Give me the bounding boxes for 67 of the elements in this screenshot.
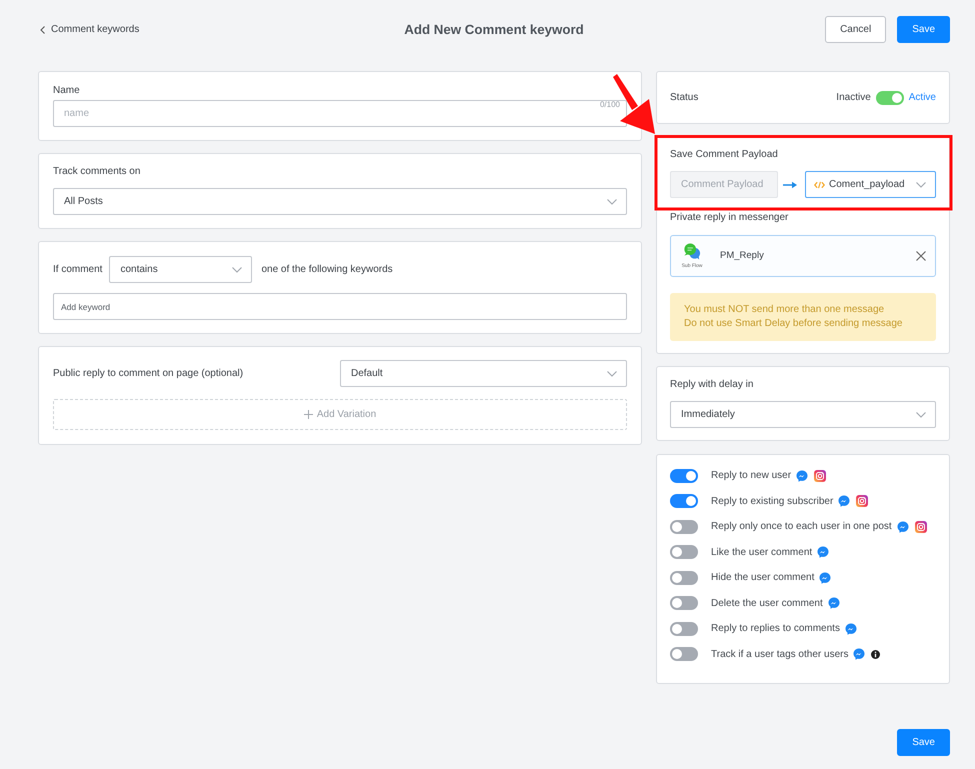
toggle-switch[interactable]: [876, 91, 904, 105]
camera-icon: [914, 520, 927, 533]
toggle-switch[interactable]: [670, 570, 698, 585]
chat-bubbles-icon: [683, 243, 701, 260]
payload-variable-dropdown[interactable]: Coment_payload: [805, 171, 936, 198]
option-label: Track if a user tags other users: [711, 648, 848, 662]
chat-bubble-icon: [896, 520, 909, 533]
toggle-switch[interactable]: [670, 494, 698, 508]
chat-bubble-icon: [796, 470, 808, 482]
field-label: Reply with delay in: [670, 378, 754, 392]
chat-bubble-icon: [828, 597, 840, 610]
flow-name: PM_Reply: [720, 248, 765, 263]
field-label: Public reply to comment on page (optional): [53, 366, 244, 380]
active-label: Active: [908, 91, 936, 105]
character-counter: 0/100: [600, 100, 620, 110]
option-label: Hide the user comment: [711, 571, 814, 586]
option-label: Reply to replies to comments: [711, 622, 840, 636]
chat-bubble-icon: [853, 648, 866, 660]
info-icon[interactable]: [871, 650, 880, 659]
close-icon[interactable]: [916, 251, 926, 261]
arrow-right-icon: [783, 180, 797, 188]
page-title: Add New Comment keyword: [404, 22, 584, 38]
chat-bubble-icon: [817, 546, 830, 558]
toggle-switch[interactable]: [670, 622, 698, 636]
save-button[interactable]: Save: [897, 16, 950, 43]
caret-icon: [607, 198, 617, 204]
option-label: Reply only once to each user in one post: [711, 520, 892, 534]
delay-dropdown[interactable]: Immediately: [670, 401, 936, 428]
chat-bubble-icon: [819, 572, 832, 584]
toggle-switch[interactable]: [670, 647, 698, 662]
cancel-button[interactable]: Cancel: [825, 16, 886, 43]
chat-bubble-icon: [838, 495, 850, 508]
plus-icon: [304, 410, 313, 419]
operator-dropdown[interactable]: contains: [109, 256, 252, 283]
option-label: Reply to new user: [711, 469, 792, 484]
camera-icon: [814, 470, 826, 482]
chevron-left-icon: [40, 26, 45, 34]
toggle-switch[interactable]: [670, 545, 698, 560]
toggle-switch[interactable]: [670, 596, 698, 610]
warning-text: Do not use Smart Delay before sending message: [684, 317, 904, 331]
option-label: Delete the user comment: [711, 596, 823, 611]
field-label: Save Comment Payload: [670, 148, 779, 162]
toggle-switch[interactable]: [670, 520, 698, 534]
keyword-input[interactable]: Add keyword: [53, 293, 627, 320]
field-label: Name: [53, 84, 81, 98]
option-label: Like the user comment: [711, 546, 812, 560]
field-label: Private reply in messenger: [670, 211, 790, 225]
status-label: Status: [670, 91, 698, 105]
payload-source-field: Comment Payload: [670, 171, 778, 198]
code-icon: [814, 180, 825, 188]
option-label: Reply to existing subscriber: [711, 494, 834, 509]
condition-label: If comment: [53, 262, 102, 276]
reply-dropdown[interactable]: Default: [340, 360, 627, 387]
condition-text: one of the following keywords: [261, 262, 393, 276]
field-label: Track comments on: [53, 165, 142, 179]
save-button[interactable]: Save: [897, 729, 950, 756]
camera-icon: [856, 495, 868, 508]
caret-icon: [232, 266, 242, 272]
back-link[interactable]: Comment keywords: [40, 22, 140, 36]
caret-icon: [916, 182, 926, 188]
posts-dropdown[interactable]: All Posts: [53, 188, 627, 215]
caret-icon: [607, 370, 617, 376]
toggle-switch[interactable]: [670, 468, 698, 483]
caret-icon: [916, 412, 926, 418]
chat-bubble-icon: [844, 622, 857, 635]
inactive-label: Inactive: [836, 91, 871, 105]
warning-text: You must NOT send more than one message: [684, 303, 886, 317]
